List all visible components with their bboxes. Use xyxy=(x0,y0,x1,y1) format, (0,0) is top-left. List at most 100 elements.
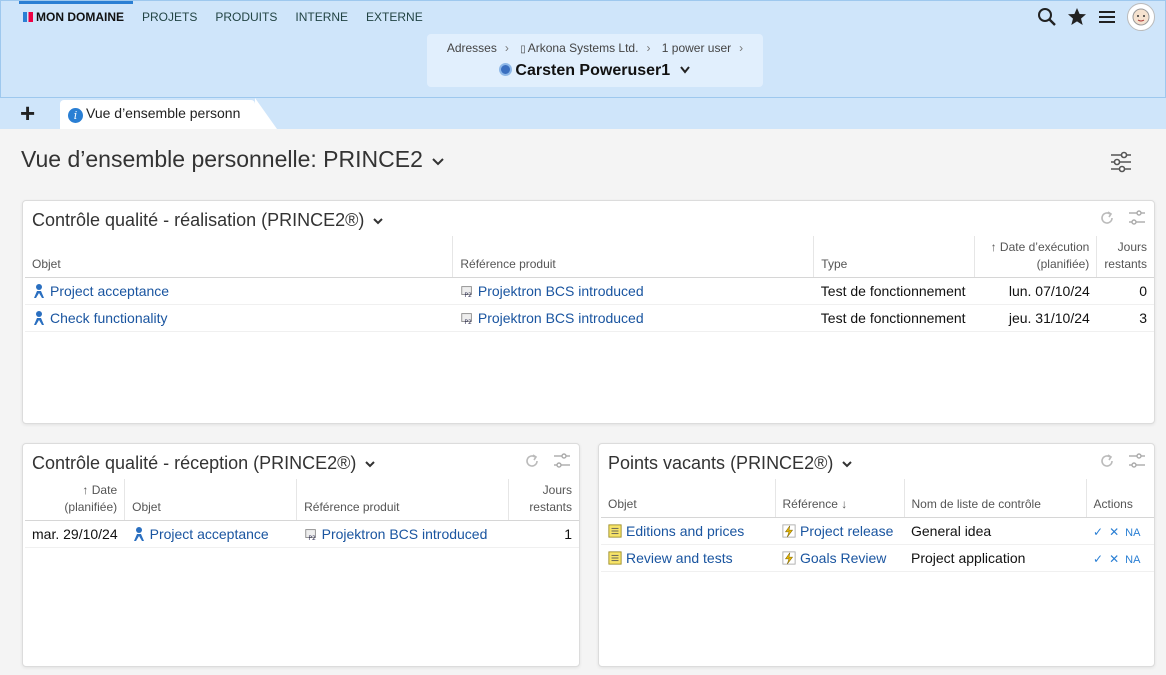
settings-sliders-icon[interactable] xyxy=(553,452,571,470)
link-reference[interactable]: Projektron BCS introduced xyxy=(322,526,488,542)
settings-sliders-icon[interactable] xyxy=(1110,151,1132,173)
add-tab-button[interactable]: + xyxy=(20,100,35,126)
link-reference[interactable]: Goals Review xyxy=(800,550,886,566)
cell-liste: Project application xyxy=(904,544,1086,572)
cell-reference: P2 Projektron BCS introduced xyxy=(452,277,814,305)
chevron-down-icon xyxy=(842,461,853,468)
link-objet[interactable]: Project acceptance xyxy=(50,283,169,299)
col-jours-restants[interactable]: Jours restants xyxy=(508,479,579,521)
refresh-icon[interactable] xyxy=(523,452,541,470)
cell-date: jeu. 31/10/24 xyxy=(974,304,1097,332)
col-type[interactable]: Type xyxy=(813,236,976,278)
nav-item-interne[interactable]: INTERNE xyxy=(286,1,357,31)
refresh-icon[interactable] xyxy=(1098,209,1116,227)
breadcrumb-item-adresses[interactable]: Adresses xyxy=(443,41,501,55)
nav-item-produits[interactable]: PRODUITS xyxy=(206,1,286,31)
link-objet[interactable]: Project acceptance xyxy=(150,526,269,542)
col-jours-label-2: restants xyxy=(529,500,572,514)
table-row: Editions and prices Project release Gene… xyxy=(601,517,1154,545)
panel-title-text: Points vacants (PRINCE2®) xyxy=(608,453,834,473)
cell-date: lun. 07/10/24 xyxy=(974,277,1097,305)
link-objet[interactable]: Editions and prices xyxy=(626,523,744,539)
table-row: Review and tests Goals Review Project ap… xyxy=(601,544,1154,572)
user-icon xyxy=(499,63,513,76)
panel-title[interactable]: Contrôle qualité - réception (PRINCE2®) xyxy=(32,453,376,474)
current-user-name: Carsten Poweruser1 xyxy=(515,62,671,79)
cell-jours: 0 xyxy=(1096,277,1154,305)
link-reference[interactable]: Project release xyxy=(800,523,893,539)
breadcrumb-item-company[interactable]: ▯ Arkona Systems Ltd. xyxy=(516,41,642,55)
check-icon[interactable]: ✓ xyxy=(1093,525,1103,539)
nav-item-externe[interactable]: EXTERNE xyxy=(357,1,432,31)
breadcrumb-item-users[interactable]: 1 power user xyxy=(658,41,735,55)
settings-sliders-icon[interactable] xyxy=(1128,452,1146,470)
cell-actions: ✓ ✕ NA xyxy=(1086,544,1154,572)
menu-icon[interactable] xyxy=(1097,5,1117,29)
table-row: Check functionality P2 Projektron BCS int… xyxy=(25,304,1154,332)
col-reference-produit[interactable]: Référence produit xyxy=(296,479,510,521)
nav-label: MON DOMAINE xyxy=(36,10,124,24)
tab-label: Vue d’ensemble personn xyxy=(86,105,241,121)
star-icon[interactable] xyxy=(1067,5,1087,29)
col-objet[interactable]: Objet xyxy=(25,236,454,278)
chevron-down-icon xyxy=(365,461,376,468)
cell-reference: P2 Projektron BCS introduced xyxy=(452,304,814,332)
col-liste-controle[interactable]: Nom de liste de contrôle xyxy=(904,479,1087,518)
panel-tools xyxy=(1098,209,1146,227)
col-objet[interactable]: Objet xyxy=(124,479,298,521)
search-icon[interactable] xyxy=(1037,5,1057,29)
col-jours-label: Jours xyxy=(1117,240,1147,254)
breadcrumb-current-user[interactable]: Carsten Poweruser1 xyxy=(427,62,763,80)
panel-title[interactable]: Contrôle qualité - réalisation (PRINCE2®… xyxy=(32,210,384,231)
nav-item-mon-domaine[interactable]: MON DOMAINE xyxy=(19,1,133,31)
tab-bar: + i Vue d’ensemble personn xyxy=(0,98,1166,129)
person-icon xyxy=(34,311,44,325)
link-objet[interactable]: Check functionality xyxy=(50,310,168,326)
close-icon[interactable]: ✕ xyxy=(1109,552,1119,566)
settings-sliders-icon[interactable] xyxy=(1128,209,1146,227)
panel-title-text: Contrôle qualité - réalisation (PRINCE2®… xyxy=(32,210,365,230)
milestone-lightning-icon xyxy=(782,550,796,565)
cell-liste: General idea xyxy=(904,517,1086,545)
nav-item-projets[interactable]: PROJETS xyxy=(133,1,206,31)
refresh-icon[interactable] xyxy=(1098,452,1116,470)
sort-down-icon: ↓ xyxy=(837,496,848,511)
breadcrumb-path: Adresses › ▯ Arkona Systems Ltd. › 1 power … xyxy=(427,41,763,55)
checklist-icon xyxy=(608,550,622,565)
link-objet[interactable]: Review and tests xyxy=(626,550,733,566)
sort-up-icon: ↑ xyxy=(82,483,92,497)
chevron-right-icon: › xyxy=(504,41,509,55)
col-date-execution[interactable]: ↑ Date d’exécution (planifiée) xyxy=(974,236,1098,278)
col-jours-restants[interactable]: Jours restants xyxy=(1096,236,1154,278)
na-button[interactable]: NA xyxy=(1125,554,1140,566)
col-date-label: Date xyxy=(91,483,118,497)
panel-title-text: Contrôle qualité - réception (PRINCE2®) xyxy=(32,453,357,473)
tab-vue-ensemble[interactable]: i Vue d’ensemble personn xyxy=(60,100,255,129)
panel-qc-realisation: Contrôle qualité - réalisation (PRINCE2®… xyxy=(22,200,1155,424)
link-reference[interactable]: Projektron BCS introduced xyxy=(478,310,644,326)
svg-text:P2: P2 xyxy=(308,535,316,542)
product-box-icon: P2 xyxy=(304,529,316,542)
chevron-right-icon: › xyxy=(739,41,744,55)
col-reference[interactable]: Référence ↓ xyxy=(775,479,905,518)
header-icons xyxy=(1037,3,1155,31)
cell-objet: Project acceptance xyxy=(25,277,453,305)
close-icon[interactable]: ✕ xyxy=(1109,525,1119,539)
milestone-lightning-icon xyxy=(782,523,796,538)
person-icon xyxy=(34,284,44,298)
na-button[interactable]: NA xyxy=(1125,527,1140,539)
product-box-icon: P2 xyxy=(461,313,472,326)
cell-reference: Goals Review xyxy=(775,544,904,572)
col-reference-produit[interactable]: Référence produit xyxy=(452,236,815,278)
page-title[interactable]: Vue d’ensemble personnelle: PRINCE2 xyxy=(21,146,445,173)
panel-title[interactable]: Points vacants (PRINCE2®) xyxy=(608,453,853,474)
chevron-down-icon xyxy=(679,66,690,74)
checklist-icon xyxy=(608,523,622,538)
check-icon[interactable]: ✓ xyxy=(1093,552,1103,566)
link-reference[interactable]: Projektron BCS introduced xyxy=(478,283,644,299)
table-row: mar. 29/10/24 Project acceptance P2 Proje… xyxy=(25,520,579,548)
col-date[interactable]: ↑ Date (planifiée) xyxy=(25,479,126,521)
avatar[interactable] xyxy=(1127,3,1155,31)
person-icon xyxy=(133,527,144,541)
col-objet[interactable]: Objet xyxy=(601,479,776,518)
